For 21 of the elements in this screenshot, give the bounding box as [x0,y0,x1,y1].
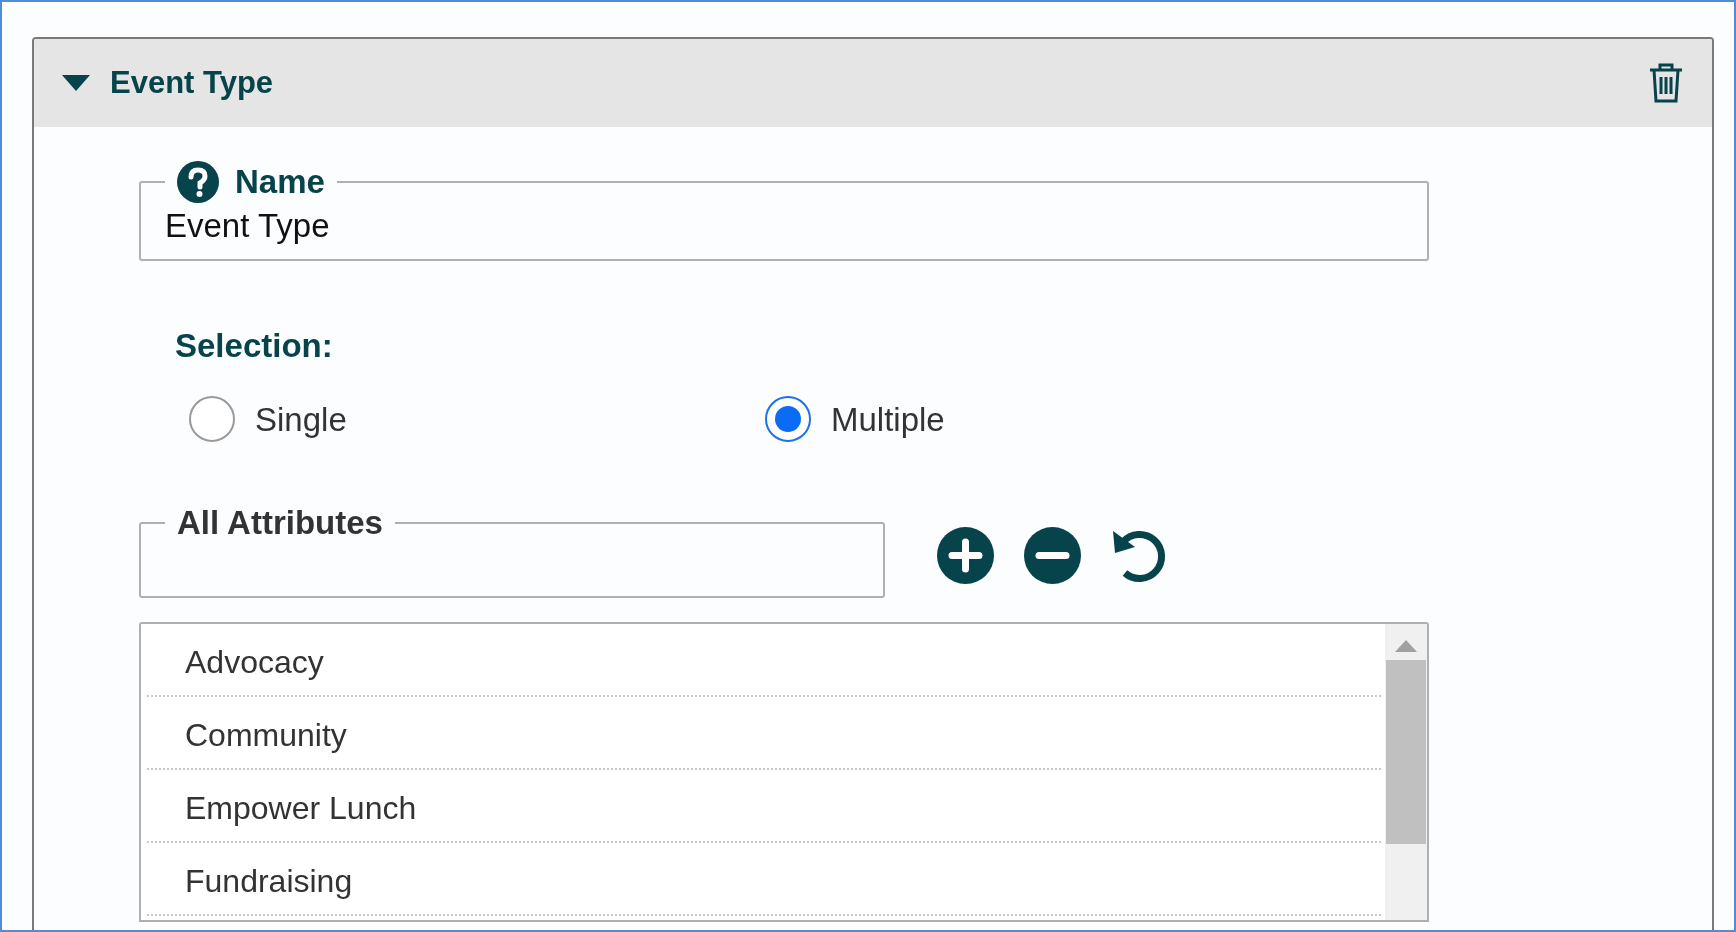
radio-button[interactable] [765,396,811,443]
panel-header[interactable]: Event Type [34,39,1712,127]
scrollbar[interactable] [1385,624,1427,920]
list-item[interactable]: Advocacy [147,624,1381,697]
remove-icon[interactable] [1024,527,1081,584]
list-item[interactable]: Empower Lunch [147,770,1381,843]
radio-option[interactable]: Multiple [765,394,1341,444]
radio-option[interactable]: Single [189,394,765,444]
trash-icon[interactable] [1648,62,1684,104]
name-value: Event Type [165,205,331,246]
list-item[interactable]: Community [147,697,1381,770]
attributes-label: All Attributes [177,504,383,541]
caret-icon[interactable] [62,75,90,91]
panel-title: Event Type [110,63,274,102]
selection-label: Selection: [175,326,334,366]
scroll-thumb[interactable] [1386,660,1426,844]
add-icon[interactable] [937,527,994,584]
radio-button[interactable] [189,396,235,443]
list-item[interactable]: Fundraising [147,843,1381,916]
help-icon[interactable] [177,160,219,203]
name-label: Name [235,162,325,202]
